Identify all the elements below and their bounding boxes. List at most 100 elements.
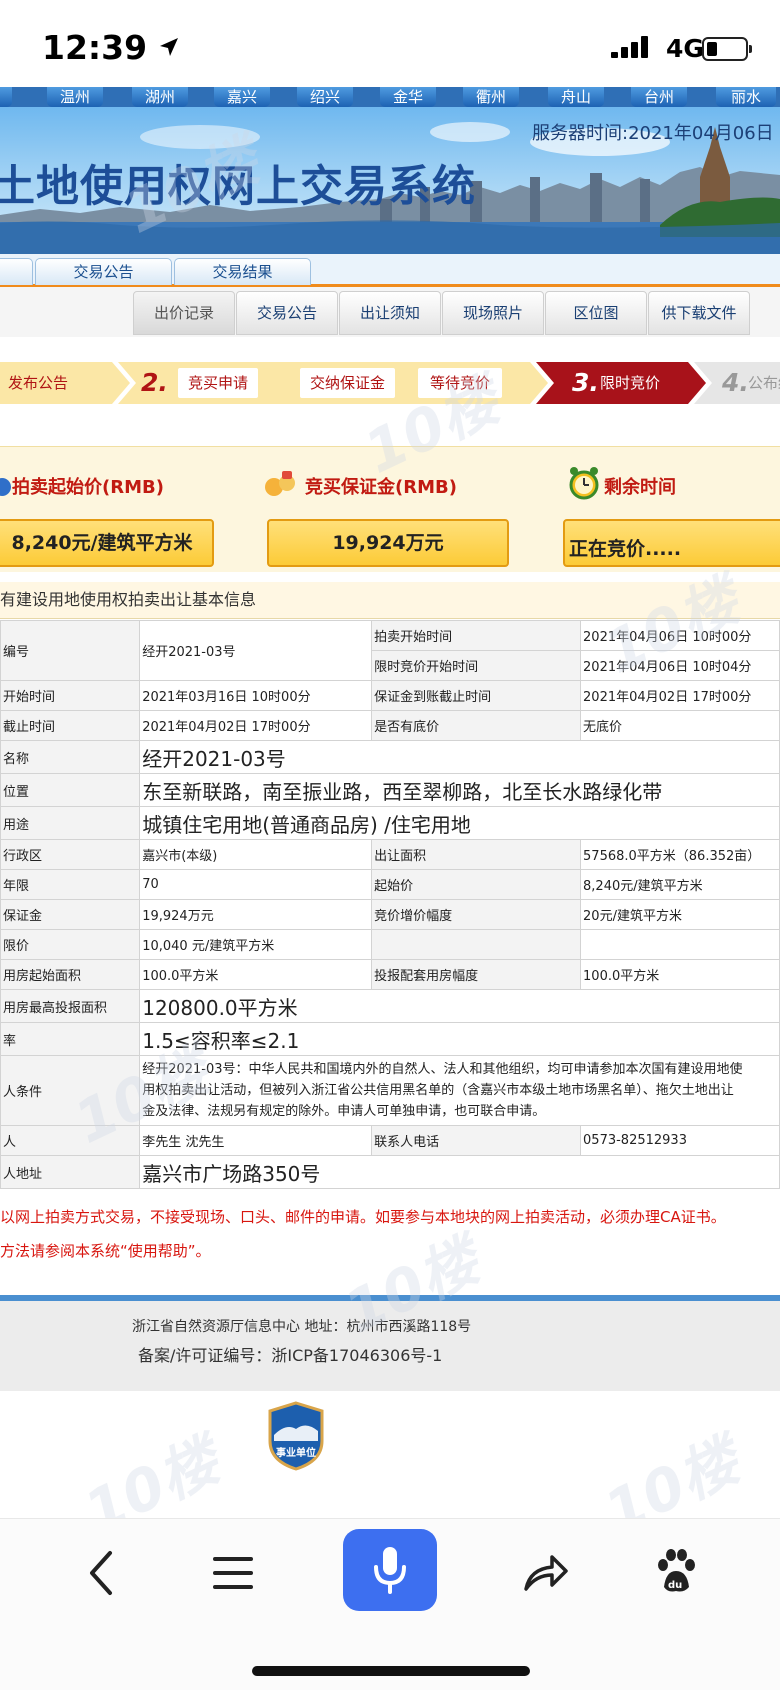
table-cell: 嘉兴市(本级) <box>139 839 373 870</box>
baidu-paw-icon[interactable]: du <box>654 1547 698 1595</box>
table-cell: 竞价增价幅度 <box>371 899 582 930</box>
notice-text: 以网上拍卖方式交易，不接受现场、口头、邮件的申请。如要参与本地块的网上拍卖活动，… <box>0 1208 726 1226</box>
tab-bid-record[interactable]: 出价记录 <box>133 291 235 335</box>
step-wait: 等待竞价 <box>418 368 503 398</box>
condition-line: 经开2021-03号：中华人民共和国境内外的自然人、法人和其他组织，均可申请参加… <box>142 1062 743 1077</box>
help-text: 方法请参阅本系统“使用帮助”。 <box>0 1242 211 1260</box>
city-tab-bar: 波 温州 湖州 嘉兴 绍兴 金华 衢州 舟山 台州 丽水 <box>0 87 780 107</box>
city-tab-quzhou[interactable]: 衢州 <box>463 87 519 107</box>
table-cell: 经开2021-03号 <box>139 740 780 774</box>
condition-line: 金及法律、法规另有规定的除外。申请人可单独申请，也可联合申请。 <box>142 1104 546 1119</box>
voice-search-button[interactable] <box>343 1529 437 1611</box>
table-row: 位置 东至新联路，南至振业路，西至翠柳路，北至长水路绿化带 <box>0 773 780 807</box>
section-title: 有建设用地使用权拍卖出让基本信息 <box>0 582 780 619</box>
table-cell: 保证金 <box>0 899 141 930</box>
step-publish-result: 公布结 <box>748 374 780 392</box>
city-tab-wenzhou[interactable]: 温州 <box>47 87 103 107</box>
table-cell: 嘉兴市广场路350号 <box>139 1155 780 1189</box>
city-tab-lishui[interactable]: 丽水 <box>716 87 776 107</box>
deposit-label: 竞买保证金(RMB) <box>305 477 457 498</box>
tab-announcement[interactable]: 交易公告 <box>236 291 338 335</box>
city-tab-huzhou[interactable]: 湖州 <box>132 87 188 107</box>
table-cell: 保证金到账截止时间 <box>371 680 582 711</box>
table-row: 用途 城镇住宅用地(普通商品房) /住宅用地 <box>0 806 780 840</box>
table-cell: 率 <box>0 1022 141 1056</box>
city-tab-taizhou[interactable]: 台州 <box>631 87 687 107</box>
table-row: 人 李先生 沈先生 联系人电话 0573-82512933 <box>0 1125 780 1156</box>
table-cell: 100.0平方米 <box>580 959 780 990</box>
deposit-value: 19,924万元 <box>267 519 509 567</box>
table-row: 用房起始面积 100.0平方米 投报配套用房幅度 100.0平方米 <box>0 959 780 990</box>
condition-line: 用权拍卖出让活动，但被列入浙江省公共信用黑名单的（含嘉兴市本级土地市场黑名单）、… <box>142 1083 734 1098</box>
table-cell: 开始时间 <box>0 680 141 711</box>
step-publish: 发布公告 <box>8 374 69 392</box>
table-row: 用房最高投报面积 120800.0平方米 <box>0 989 780 1023</box>
table-cell: 用途 <box>0 806 141 840</box>
progress-steps: 发布公告 2. 竞买申请 交纳保证金 等待竞价 3. 限时竞价 4. 公布结 <box>0 362 780 404</box>
status-time: 12:39 <box>42 28 148 67</box>
table-cell: 2021年04月02日 17时00分 <box>139 710 373 741</box>
tab-trade-announcement[interactable]: 交易公告 <box>35 258 172 285</box>
tab-location-map[interactable]: 区位图 <box>545 291 647 335</box>
table-cell: 名称 <box>0 740 141 774</box>
table-cell: 城镇住宅用地(普通商品房) /住宅用地 <box>139 806 780 840</box>
institution-badge[interactable]: 事业单位 <box>266 1401 326 1471</box>
table-cell: 10,040 元/建筑平方米 <box>139 929 373 960</box>
tab-site-photos[interactable]: 现场照片 <box>442 291 544 335</box>
tab-transfer-notice[interactable]: 出让须知 <box>339 291 441 335</box>
money-bag-icon <box>265 471 295 496</box>
table-cell: 用房起始面积 <box>0 959 141 990</box>
table-cell: 年限 <box>0 869 141 900</box>
table-cell: 限时竞价开始时间 <box>371 650 582 681</box>
remaining-time-label: 剩余时间 <box>604 477 676 498</box>
system-title: 土地使用权网上交易系统 <box>0 162 476 212</box>
table-cell: 拍卖开始时间 <box>371 620 582 651</box>
table-cell: 起始价 <box>371 869 582 900</box>
location-arrow-icon <box>160 38 178 56</box>
price-summary: 拍卖起始价(RMB) 8,240元/建筑平方米 竞买保证金(RMB) 19,92… <box>0 446 780 572</box>
city-tab-jiaxing[interactable]: 嘉兴 <box>214 87 270 107</box>
institution-badge-icon <box>268 1401 324 1471</box>
table-cell: 2021年04月02日 17时00分 <box>580 680 780 711</box>
table-row: 截止时间 2021年04月02日 17时00分 是否有底价 无底价 <box>0 710 780 741</box>
remaining-time-value: 正在竞价..... <box>563 519 780 567</box>
tab-trade-result[interactable]: 交易结果 <box>174 258 311 285</box>
table-cell: 位置 <box>0 773 141 807</box>
footer-icp: 备案/许可证编号：浙ICP备17046306号-1 <box>138 1346 443 1365</box>
status-bar: 12:39 4G <box>0 0 780 92</box>
table-row: 行政区 嘉兴市(本级) 出让面积 57568.0平方米（86.352亩） <box>0 839 780 870</box>
back-arrow-icon[interactable] <box>86 1549 116 1597</box>
badge-text: 事业单位 <box>276 1448 316 1459</box>
table-cell: 经开2021-03号 <box>139 620 373 681</box>
city-tab-jinhua[interactable]: 金华 <box>380 87 436 107</box>
city-tab-zhoushan[interactable]: 舟山 <box>548 87 604 107</box>
start-price-label: 拍卖起始价(RMB) <box>12 477 164 498</box>
table-cell: 行政区 <box>0 839 141 870</box>
sub-tab-bar: 出价记录 交易公告 出让须知 现场照片 区位图 供下载文件 <box>0 287 780 337</box>
menu-icon[interactable] <box>212 1555 254 1591</box>
table-cell: 120800.0平方米 <box>139 989 780 1023</box>
table-cell: 限价 <box>0 929 141 960</box>
table-row: 限价 10,040 元/建筑平方米 <box>0 929 780 960</box>
table-cell: 李先生 沈先生 <box>139 1125 373 1156</box>
table-row: 年限 70 起始价 8,240元/建筑平方米 <box>0 869 780 900</box>
table-row: 名称 经开2021-03号 <box>0 740 780 774</box>
signal-icon <box>611 36 651 58</box>
server-time: 服务器时间:2021年04月06日 12 <box>532 123 780 144</box>
table-cell: 投报配套用房幅度 <box>371 959 582 990</box>
start-price-value: 8,240元/建筑平方米 <box>0 519 214 567</box>
network-type: 4G <box>666 34 704 63</box>
step-timed-bidding: 限时竞价 <box>600 374 661 392</box>
tab-download-files[interactable]: 供下载文件 <box>648 291 750 335</box>
table-cell: 8,240元/建筑平方米 <box>580 869 780 900</box>
step-apply: 竞买申请 <box>178 368 259 398</box>
share-icon[interactable] <box>522 1549 570 1593</box>
city-tab-shaoxing[interactable]: 绍兴 <box>297 87 353 107</box>
tab-partial[interactable] <box>0 258 33 285</box>
header-banner: 土地使用权网上交易系统 服务器时间:2021年04月06日 12 <box>0 107 780 254</box>
home-indicator[interactable] <box>252 1666 530 1676</box>
table-cell: 经开2021-03号：中华人民共和国境内外的自然人、法人和其他组织，均可申请参加… <box>139 1055 780 1126</box>
svg-text:du: du <box>668 1580 682 1591</box>
table-cell: 出让面积 <box>371 839 582 870</box>
city-tab-ningbo[interactable]: 波 <box>0 87 12 107</box>
